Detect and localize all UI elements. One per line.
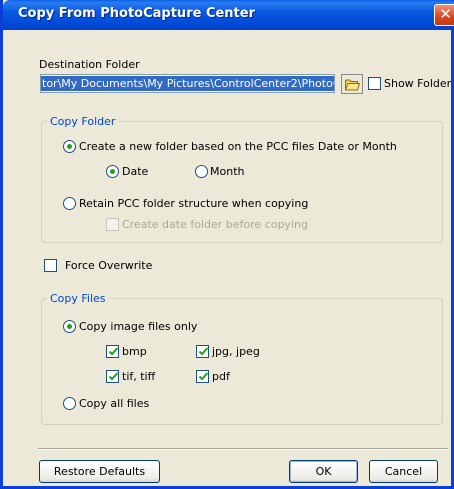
radio-selected-dot — [110, 169, 115, 174]
create-folder-radio-label[interactable]: Create a new folder based on the PCC fil… — [79, 140, 397, 153]
browse-folder-button[interactable] — [341, 74, 363, 94]
show-folder-label[interactable]: Show Folder — [384, 77, 451, 90]
dialog-window: Copy From PhotoCapture Center ✕ Destinat… — [0, 0, 454, 489]
close-icon: ✕ — [439, 5, 452, 23]
ok-button[interactable]: OK — [289, 460, 358, 483]
destination-folder-label: Destination Folder — [39, 58, 140, 71]
pdf-label[interactable]: pdf — [212, 370, 230, 383]
retain-structure-radio-label[interactable]: Retain PCC folder structure when copying — [79, 197, 308, 210]
destination-path-text: tor\My Documents\My Pictures\ControlCent… — [41, 76, 334, 91]
retain-structure-radio[interactable] — [63, 197, 76, 210]
tif-checkbox[interactable] — [106, 370, 119, 383]
restore-defaults-button[interactable]: Restore Defaults — [39, 460, 160, 483]
button-separator — [38, 448, 448, 450]
force-overwrite-label[interactable]: Force Overwrite — [65, 259, 152, 272]
month-radio-label[interactable]: Month — [210, 165, 244, 178]
bmp-checkbox[interactable] — [106, 345, 119, 358]
window-title: Copy From PhotoCapture Center — [18, 6, 255, 21]
close-button[interactable]: ✕ — [434, 4, 454, 26]
copy-folder-group-title: Copy Folder — [47, 115, 119, 128]
radio-selected-dot — [67, 324, 72, 329]
pdf-checkbox[interactable] — [196, 370, 209, 383]
checkmark-icon — [108, 372, 119, 381]
cancel-button[interactable]: Cancel — [369, 460, 438, 483]
copy-image-files-label[interactable]: Copy image files only — [79, 320, 197, 333]
folder-open-icon — [345, 79, 360, 91]
copy-all-files-radio[interactable] — [63, 397, 76, 410]
checkmark-icon — [198, 347, 209, 356]
copy-files-group-title: Copy Files — [47, 292, 109, 305]
copy-image-files-radio[interactable] — [63, 320, 76, 333]
jpg-checkbox[interactable] — [196, 345, 209, 358]
destination-path-field[interactable]: tor\My Documents\My Pictures\ControlCent… — [40, 74, 335, 93]
create-date-folder-checkbox[interactable] — [106, 218, 119, 231]
tif-label[interactable]: tif, tiff — [122, 370, 155, 383]
force-overwrite-checkbox[interactable] — [44, 259, 57, 272]
create-folder-radio[interactable] — [63, 140, 76, 153]
create-date-folder-label: Create date folder before copying — [122, 218, 308, 231]
checkmark-icon — [198, 372, 209, 381]
show-folder-checkbox[interactable] — [368, 77, 381, 90]
title-bar[interactable]: Copy From PhotoCapture Center ✕ — [3, 0, 454, 30]
jpg-label[interactable]: jpg, jpeg — [212, 345, 260, 358]
date-radio-label[interactable]: Date — [122, 165, 148, 178]
bmp-label[interactable]: bmp — [122, 345, 147, 358]
radio-selected-dot — [67, 144, 72, 149]
date-radio[interactable] — [106, 165, 119, 178]
checkmark-icon — [108, 347, 119, 356]
copy-all-files-label[interactable]: Copy all files — [79, 397, 149, 410]
month-radio[interactable] — [195, 165, 208, 178]
